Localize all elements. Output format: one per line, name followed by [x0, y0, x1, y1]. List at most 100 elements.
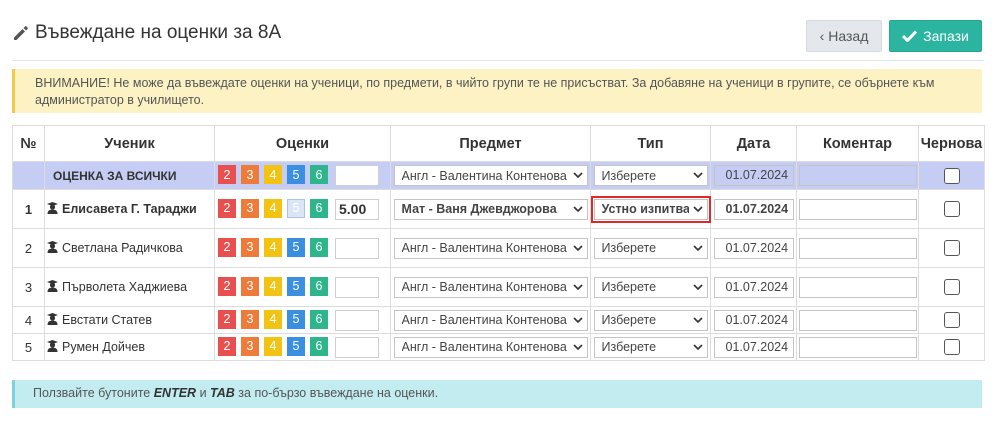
grade-input[interactable]: 5.00	[335, 198, 379, 220]
grade-5-button-selected[interactable]: 5	[287, 198, 305, 218]
date-input[interactable]: 01.07.2024	[713, 198, 794, 220]
grade-6-button[interactable]: 6	[310, 336, 328, 356]
comment-input[interactable]	[798, 276, 917, 298]
grade-4-button[interactable]: 4	[264, 336, 282, 356]
grade-3-button[interactable]: 3	[241, 336, 259, 356]
grade-6-button[interactable]: 6	[310, 198, 328, 218]
draft-checkbox[interactable]	[943, 339, 960, 355]
grade-2-button[interactable]: 2	[218, 336, 236, 356]
row-draft-cell	[918, 267, 985, 307]
subject-select[interactable]: Англ - Валентина Контенова	[393, 165, 588, 186]
row-subject-cell: Англ - Валентина Контенова	[390, 228, 591, 268]
type-select[interactable]: Изберете	[593, 336, 708, 358]
subject-select[interactable]: Англ - Валентина Контенова	[393, 336, 588, 358]
grade-input[interactable]	[335, 165, 379, 186]
subject-select[interactable]: Англ - Валентина Контенова	[393, 276, 588, 298]
grade-input[interactable]	[335, 309, 379, 331]
grade-6-button[interactable]: 6	[310, 165, 328, 184]
grade-5-button[interactable]: 5	[287, 309, 305, 329]
grade-5-button[interactable]: 5	[287, 276, 305, 296]
draft-checkbox[interactable]	[943, 240, 960, 256]
grade-6-button[interactable]: 6	[310, 276, 328, 296]
chevron-down-icon	[692, 244, 703, 251]
date-input[interactable]: 01.07.2024	[713, 165, 794, 186]
col-header-number: №	[12, 125, 45, 162]
all-row-draft-cell	[918, 161, 985, 190]
row-grades-cell: 2 3 4 5 6 5.00	[214, 189, 391, 229]
grade-buttons: 2 3 4 5 6	[215, 276, 390, 298]
subject-select-value: Англ - Валентина Контенова	[401, 340, 567, 354]
student-name-cell: Евстати Статев	[44, 306, 215, 334]
student-name-wrap: Първолета Хаджиева	[47, 279, 214, 295]
type-select-value: Изберете	[601, 280, 657, 294]
grade-4-button[interactable]: 4	[264, 237, 282, 257]
type-select[interactable]: Изберете	[593, 237, 708, 259]
grade-2-button[interactable]: 2	[218, 309, 236, 329]
draft-checkbox[interactable]	[943, 167, 960, 184]
date-input[interactable]: 01.07.2024	[713, 276, 794, 298]
date-input[interactable]: 01.07.2024	[713, 336, 794, 358]
grade-3-button[interactable]: 3	[241, 309, 259, 329]
chevron-down-icon	[572, 343, 583, 350]
row-subject-cell: Англ - Валентина Контенова	[390, 267, 591, 307]
student-icon	[47, 313, 58, 325]
type-select-value: Изберете	[601, 241, 657, 255]
info-key-enter: ENTER	[153, 386, 197, 400]
student-name-cell: Светлана Радичкова	[44, 228, 215, 268]
type-select[interactable]: Изберете	[593, 165, 708, 186]
subject-select[interactable]: Мат - Ваня Джевджорова	[393, 198, 588, 220]
grade-5-button[interactable]: 5	[287, 165, 305, 184]
grade-6-button[interactable]: 6	[310, 309, 328, 329]
grade-input[interactable]	[335, 336, 379, 358]
chevron-down-icon	[692, 205, 703, 212]
type-select[interactable]: Изберете	[593, 309, 708, 331]
col-header-date: Дата	[710, 125, 797, 162]
grade-2-button[interactable]: 2	[218, 198, 236, 218]
grade-5-button[interactable]: 5	[287, 237, 305, 257]
grade-5-button[interactable]: 5	[287, 336, 305, 356]
col-header-comment: Коментар	[796, 125, 919, 162]
grade-4-button[interactable]: 4	[264, 276, 282, 296]
grade-3-button[interactable]: 3	[241, 198, 259, 218]
date-input[interactable]: 01.07.2024	[713, 309, 794, 331]
row-draft-cell	[918, 228, 985, 268]
grade-2-button[interactable]: 2	[218, 165, 236, 184]
subject-select-value: Мат - Ваня Джевджорова	[401, 202, 557, 216]
chevron-down-icon	[692, 283, 703, 290]
grade-2-button[interactable]: 2	[218, 276, 236, 296]
comment-input[interactable]	[798, 309, 917, 331]
draft-checkbox[interactable]	[943, 201, 960, 217]
draft-checkbox[interactable]	[943, 279, 960, 295]
subject-select[interactable]: Англ - Валентина Контенова	[393, 237, 588, 259]
grade-3-button[interactable]: 3	[241, 276, 259, 296]
grade-3-button[interactable]: 3	[241, 237, 259, 257]
comment-input[interactable]	[798, 198, 917, 220]
student-name: Светлана Радичкова	[62, 241, 183, 255]
subject-select[interactable]: Англ - Валентина Контенова	[393, 309, 588, 331]
grade-4-button[interactable]: 4	[264, 309, 282, 329]
save-button[interactable]: Запази	[889, 20, 982, 52]
comment-input[interactable]	[798, 237, 917, 259]
comment-input[interactable]	[798, 165, 917, 186]
all-row-label-cell: ОЦЕНКА ЗА ВСИЧКИ	[44, 161, 215, 190]
type-select[interactable]: Изберете	[593, 276, 708, 298]
grade-4-button[interactable]: 4	[264, 198, 282, 218]
comment-input[interactable]	[798, 336, 917, 358]
pencil-icon	[14, 26, 28, 40]
table-row: 1 Елисавета Г. Тараджи 2 3 4 5 6 5.00 Ма…	[12, 189, 985, 229]
back-button[interactable]: ‹ Назад	[806, 20, 882, 52]
grade-input[interactable]	[335, 276, 379, 298]
warning-alert: ВНИМАНИЕ! Не може да въвеждате оценки на…	[12, 69, 982, 113]
date-input[interactable]: 01.07.2024	[713, 237, 794, 259]
all-row-label: ОЦЕНКА ЗА ВСИЧКИ	[53, 169, 177, 183]
type-select-highlighted[interactable]: Устно изпитване	[590, 195, 711, 223]
grade-4-button[interactable]: 4	[264, 165, 282, 184]
grade-6-button[interactable]: 6	[310, 237, 328, 257]
grade-3-button[interactable]: 3	[241, 165, 259, 184]
draft-checkbox[interactable]	[943, 312, 960, 328]
grade-input[interactable]	[335, 237, 379, 259]
all-row-date-cell: 01.07.2024	[710, 161, 797, 190]
grade-buttons: 2 3 4 5 6	[215, 165, 390, 186]
col-header-draft: Чернова	[918, 125, 985, 162]
grade-2-button[interactable]: 2	[218, 237, 236, 257]
